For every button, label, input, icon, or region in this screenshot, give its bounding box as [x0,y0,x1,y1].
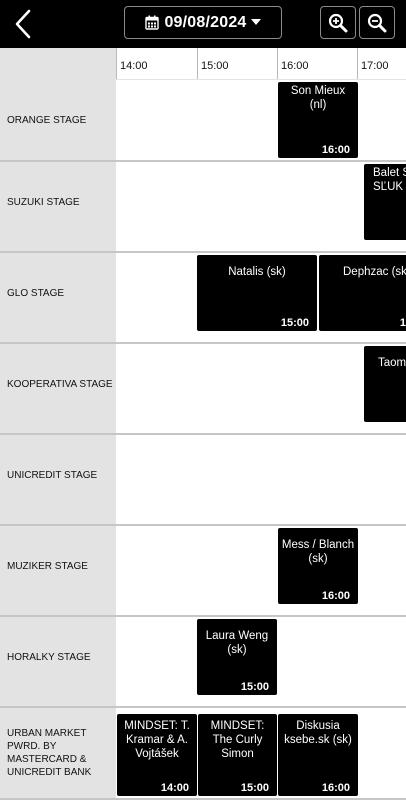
event-block[interactable]: Diskusia ksebe.sk (sk) 16:00 [278,714,358,796]
event-block[interactable]: Dephzac (sk 1 [319,255,406,331]
zoom-in-icon [328,13,348,32]
event-time: 14:00 [160,782,189,794]
stage-lane: Taom [116,344,406,424]
event-block[interactable]: Taom [364,346,406,422]
event-title: Son Mieux (nl) [290,85,346,111]
event-time: 16:00 [321,590,350,602]
time-tick: 16:00 [277,48,309,79]
stage-name: ORANGE STAGE [7,114,87,126]
time-tick: 15:00 [197,48,229,79]
event-block[interactable]: Son Mieux (nl) 16:00 [278,82,358,158]
event-title: MINDSET: T. Kramar & A. Vojtášek [124,720,190,760]
event-title: Dephzac (sk [343,266,406,278]
event-block[interactable]: Laura Weng (sk) 15:00 [197,619,277,695]
stage-lane: Mess / Blanch (sk) 16:00 [116,526,406,606]
time-label: 14:00 [120,60,148,72]
time-label: 17:00 [361,60,389,72]
stage-name: UNICREDIT STAGE [7,469,98,481]
zoom-out-icon [367,13,387,32]
zoom-in-button[interactable] [320,6,356,39]
event-title: Diskusia ksebe.sk (sk) [284,720,352,746]
time-tick: 14:00 [116,48,148,79]
event-time: 1 [399,317,406,329]
event-time: 15:00 [280,317,309,329]
stage-lane: Laura Weng (sk) 15:00 [116,617,406,697]
caret-down-icon [250,19,261,25]
event-block[interactable]: MINDSET: The Curly Simon 15:00 [198,714,277,796]
event-time: 16:00 [321,144,350,156]
event-time: 16:00 [321,782,350,794]
selected-date: 09/08/2024 [164,13,247,31]
stage-name: HORALKY STAGE [7,651,91,663]
stage-name: URBAN MARKET PWRD. BY MASTERCARD & UNICR… [7,728,92,778]
time-tick: 17:00 [357,48,389,79]
time-header: 14:00 15:00 16:00 17:00 [116,48,406,80]
event-block[interactable]: Mess / Blanch (sk) 16:00 [278,528,358,604]
stage-row-urban-market: URBAN MARKET PWRD. BY MASTERCARD & UNICR… [0,708,406,798]
stage-name: GLO STAGE [7,287,65,299]
stage-lane: Natalis (sk) 15:00 Dephzac (sk 1 [116,253,406,333]
event-title: Laura Weng (sk) [205,630,269,656]
event-title: Balet S SĽUK [373,167,406,193]
stage-row-orange: ORANGE STAGE Son Mieux (nl) 16:00 [0,80,406,160]
date-picker-button[interactable]: 09/08/2024 [124,6,282,39]
event-title: Natalis (sk) [228,266,286,278]
stage-lane [116,435,406,515]
stage-row-suzuki: SUZUKI STAGE Balet S SĽUK [0,162,406,242]
event-time: 15:00 [240,782,269,794]
event-block[interactable]: MINDSET: T. Kramar & A. Vojtášek 14:00 [117,714,197,796]
stage-row-kooperativa: KOOPERATIVA STAGE Taom [0,344,406,424]
top-bar: 09/08/2024 [0,0,406,48]
event-block[interactable]: Natalis (sk) 15:00 [197,255,317,331]
stage-row-muziker: MUZIKER STAGE Mess / Blanch (sk) 16:00 [0,526,406,606]
event-title: Taom [378,357,406,369]
zoom-out-button[interactable] [359,6,395,39]
stage-lane: MINDSET: T. Kramar & A. Vojtášek 14:00 M… [116,708,406,798]
stage-name: KOOPERATIVA STAGE [7,378,113,390]
stage-row-unicredit: UNICREDIT STAGE [0,435,406,515]
event-time: 15:00 [240,681,269,693]
stage-row-horalky: HORALKY STAGE Laura Weng (sk) 15:00 [0,617,406,697]
stage-lane: Balet S SĽUK [116,162,406,242]
time-label: 16:00 [281,60,309,72]
stage-name: MUZIKER STAGE [7,560,88,572]
stage-row-glo: GLO STAGE Natalis (sk) 15:00 Dephzac (sk… [0,253,406,333]
back-button[interactable] [8,6,38,42]
event-block[interactable]: Balet S SĽUK [364,164,406,240]
time-label: 15:00 [201,60,229,72]
calendar-icon [145,15,160,30]
event-title: MINDSET: The Curly Simon [210,720,265,760]
chevron-left-icon [15,9,31,39]
stage-name: SUZUKI STAGE [7,196,80,208]
stage-lane: Son Mieux (nl) 16:00 [116,80,406,160]
event-title: Mess / Blanch (sk) [281,539,355,565]
